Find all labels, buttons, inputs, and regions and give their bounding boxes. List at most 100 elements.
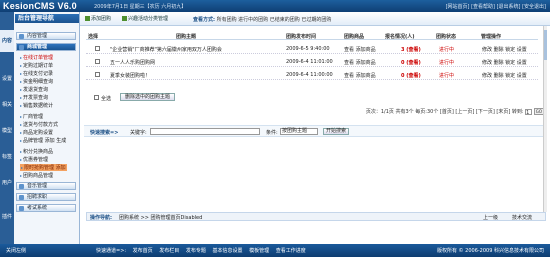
row-count[interactable]: 0 (查看) xyxy=(401,72,421,79)
col-status: 团购状态 xyxy=(436,34,457,40)
briefcase-icon xyxy=(19,195,24,200)
select-all-label: 全选 xyxy=(101,96,112,102)
keyword-label: 关键字: xyxy=(130,130,147,136)
menu-shipping-query[interactable]: 发退货查询 xyxy=(20,86,48,93)
group-label: 音乐管理 xyxy=(27,183,48,189)
vertical-tabs: 内容 设置 相关 模型 标签 用户 插件 xyxy=(0,12,14,244)
progress-link[interactable]: 查看工作进度 xyxy=(276,248,306,254)
pager-text[interactable]: 页次：1/1页 共有3个 每页:30个 [首页] [上一页] [下一页] [末页… xyxy=(366,109,524,115)
row-checkbox[interactable] xyxy=(95,59,100,64)
menu-fund-details[interactable]: 资金明细查询 xyxy=(20,78,53,85)
select-all-checkbox[interactable] xyxy=(94,95,99,100)
group-label: 招聘求职 xyxy=(27,194,48,200)
col-select: 选择 xyxy=(88,34,99,40)
menu-expired-orders[interactable]: 定购过期订单 xyxy=(20,62,53,69)
opnav-label: 操作导航: xyxy=(90,215,112,221)
category-icon xyxy=(122,16,127,21)
top-header: KesionCMS V6.0 2009年7月1日 星期三【农历 六月初九】 [网… xyxy=(0,0,550,12)
page-jump-input[interactable]: 1 xyxy=(525,109,533,116)
vtab-model[interactable]: 模型 xyxy=(0,120,14,142)
view-mode[interactable]: 查看方式: 所有团购 进行中的团购 已结束的团购 已过期的团购 xyxy=(193,16,331,23)
menu-delivery-payment[interactable]: 送货与付款方式 xyxy=(20,121,58,128)
col-time: 团购发布时间 xyxy=(286,34,317,40)
app-logo: KesionCMS V6.0 xyxy=(3,1,77,11)
operation-nav: 操作导航: 团购系统 >> 团购管理首页Disabled 上一级 技术交流 xyxy=(86,212,546,221)
search-button[interactable]: 开始搜索 xyxy=(323,128,350,135)
row-status: 进行中 xyxy=(439,60,455,66)
row-title[interactable]: 五一人人乐购团购网 xyxy=(110,59,155,66)
vtab-tags[interactable]: 标签 xyxy=(0,146,14,168)
vtab-plugins[interactable]: 插件 xyxy=(0,206,14,228)
basic-settings-link[interactable]: 基本信息设置 xyxy=(213,248,243,254)
menu-online-orders[interactable]: 在线订单管理 xyxy=(20,54,53,61)
vtab-settings[interactable]: 设置 xyxy=(0,68,14,90)
col-ops: 管理操作 xyxy=(481,34,502,40)
keyword-input[interactable] xyxy=(150,128,260,135)
header-links[interactable]: [网站首页] [查看帮助] [退出系统] [安全退出] xyxy=(446,3,546,10)
scrollbar-thumb[interactable] xyxy=(544,30,547,60)
delete-selected-button[interactable]: 删除选中的团购主题 xyxy=(120,93,175,101)
condition-select[interactable]: 按团购主题 xyxy=(280,128,318,135)
manage-label: 兴趣活动分类管理 xyxy=(128,16,169,22)
template-manage-link[interactable]: 模板管理 xyxy=(249,248,269,254)
row-count[interactable]: 3 (查看) xyxy=(401,46,421,53)
back-link[interactable]: 上一级 xyxy=(483,214,498,221)
row-ops[interactable]: 修改 删除 锁定 设置 xyxy=(482,59,527,66)
row-checkbox[interactable] xyxy=(95,46,100,51)
row-status: 进行中 xyxy=(439,73,455,79)
row-ops[interactable]: 修改 删除 锁定 设置 xyxy=(482,46,527,53)
vtab-content[interactable]: 内容 xyxy=(0,30,14,52)
vtab-related[interactable]: 相关 xyxy=(0,94,14,116)
add-label: 添加团购 xyxy=(91,16,112,22)
publish-home-link[interactable]: 发布首页 xyxy=(133,248,153,254)
menu-brands[interactable]: 品牌管理 添加 生成 xyxy=(20,137,66,144)
row-title[interactable]: 夏季女装团购啦！ xyxy=(110,72,150,79)
menu-vendors[interactable]: 厂商管理 xyxy=(20,113,43,120)
row-time: 2009-6-4 11:01:00 xyxy=(286,59,333,65)
row-checkbox[interactable] xyxy=(95,72,100,77)
group-jobs[interactable]: 招聘求职 xyxy=(16,193,76,201)
menu-flash-sale[interactable]: 限时抢购管理 添加 xyxy=(20,164,67,171)
tech-exchange-link[interactable]: 技术交流 xyxy=(512,214,532,221)
menu-invoice-query[interactable]: 开发票查询 xyxy=(20,94,48,101)
exam-icon xyxy=(19,206,24,211)
view-prefix: 查看方式: xyxy=(193,17,215,23)
group-music[interactable]: 音乐管理 xyxy=(16,182,76,190)
footer-bar: 关闭左侧 快速通道=>: 发布首页 发布栏目 发布专题 基本信息设置 模板管理 … xyxy=(0,244,550,257)
folder-icon xyxy=(19,34,24,39)
table-row: 五一人人乐购团购网 2009-6-4 11:01:00 查看 添加商品 0 (查… xyxy=(86,57,538,67)
vtab-users[interactable]: 用户 xyxy=(0,172,14,194)
scrollbar[interactable] xyxy=(543,26,547,212)
left-navigation: 内容 设置 相关 模型 标签 用户 插件 后台管理导航 内容管理 商城管理 在线… xyxy=(0,12,80,244)
add-group-buy-button[interactable]: 添加团购 xyxy=(85,15,111,22)
condition-label: 条件: xyxy=(266,130,278,136)
toolbar: 添加团购 兴趣活动分类管理 查看方式: 所有团购 进行中的团购 已结束的团购 已… xyxy=(80,12,550,26)
row-ops[interactable]: 修改 删除 锁定 设置 xyxy=(482,72,527,79)
group-shop[interactable]: 商城管理 xyxy=(16,43,76,51)
row-goods[interactable]: 查看 添加商品 xyxy=(344,59,376,66)
group-exam[interactable]: 考试系统 xyxy=(16,204,76,212)
table-header: 选择 团购主题 团购发布时间 团购商品 报名情况(人) 团购状态 管理操作 xyxy=(86,32,538,40)
group-content[interactable]: 内容管理 xyxy=(16,32,76,40)
menu-points-exchange[interactable]: 积分兑换商品 xyxy=(20,148,53,155)
menu-order-settings[interactable]: 商品定购设置 xyxy=(20,129,53,136)
breadcrumb: 团购系统 >> 团购管理首页Disabled xyxy=(119,215,203,221)
publish-column-link[interactable]: 发布栏目 xyxy=(159,248,179,254)
table-row: "企业营销"厂商推荐"第六届徽州家用双万人团购会 2009-6-5 9:40:0… xyxy=(86,44,538,54)
row-goods[interactable]: 查看 添加商品 xyxy=(344,46,376,53)
publish-topic-link[interactable]: 发布专题 xyxy=(186,248,206,254)
menu-sales-stats[interactable]: 销售数据统计 xyxy=(20,102,53,109)
row-time: 2009-6-5 9:40:00 xyxy=(286,46,330,52)
row-time: 2009-6-4 11:00:00 xyxy=(286,72,333,78)
row-count[interactable]: 0 (查看) xyxy=(401,59,421,66)
menu-coupons[interactable]: 优惠券管理 xyxy=(20,156,48,163)
menu-payment-records[interactable]: 在线支付记录 xyxy=(20,70,53,77)
close-left-button[interactable]: 关闭左侧 xyxy=(6,247,26,254)
row-goods[interactable]: 查看 添加商品 xyxy=(344,72,376,79)
category-manage-button[interactable]: 兴趣活动分类管理 xyxy=(122,15,168,22)
group-label: 考试系统 xyxy=(27,205,48,211)
view-options[interactable]: 所有团购 进行中的团购 已结束的团购 已过期的团购 xyxy=(217,17,332,23)
row-title[interactable]: "企业营销"厂商推荐"第六届徽州家用双万人团购会 xyxy=(110,46,222,53)
col-signup: 报名情况(人) xyxy=(385,34,415,40)
menu-group-buy[interactable]: 团购商品管理 xyxy=(20,172,53,179)
